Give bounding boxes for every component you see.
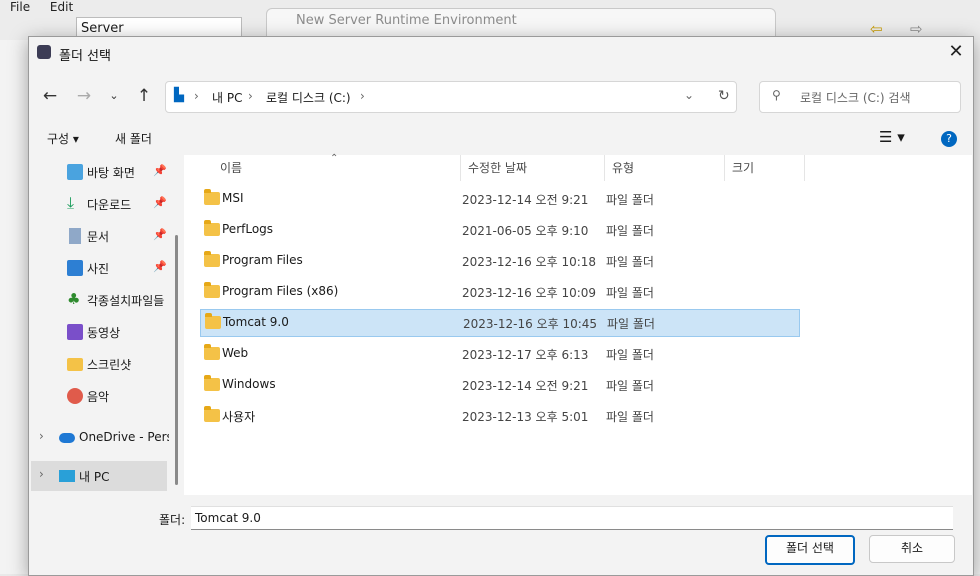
sidebar-item-music[interactable]: 음악 — [29, 381, 179, 411]
sidebar-item-onedrive[interactable]: › OneDrive - Personal — [29, 423, 179, 453]
sidebar-item-documents[interactable]: 문서 📌 — [29, 221, 179, 251]
sidebar-item-screenshots[interactable]: 스크린샷 — [29, 349, 179, 379]
folder-select-dialog: 폴더 선택 ✕ ← → ⌄ ↑ ▙ › 내 PC › 로컬 디스크 (C:) ›… — [28, 36, 974, 576]
video-icon — [67, 324, 83, 340]
column-date[interactable]: 수정한 날짜 — [468, 159, 527, 176]
breadcrumb-drive[interactable]: 로컬 디스크 (C:) — [266, 89, 351, 106]
pin-icon: 📌 — [153, 260, 167, 273]
menu-edit[interactable]: Edit — [50, 0, 73, 14]
folder-icon — [204, 406, 220, 422]
expand-chevron-icon[interactable]: › — [39, 467, 44, 481]
column-type[interactable]: 유형 — [612, 159, 634, 176]
dialog-title: 폴더 선택 — [59, 49, 111, 64]
dialog-footer: 폴더: Tomcat 9.0 폴더 선택 취소 — [29, 495, 973, 575]
recent-chevron-icon[interactable]: ⌄ — [101, 83, 127, 109]
column-size[interactable]: 크기 — [732, 159, 754, 176]
folder-icon — [204, 344, 220, 360]
back-icon[interactable]: ← — [37, 83, 63, 109]
sidebar-item-installers[interactable]: ♣ 각종설치파일들 — [29, 285, 179, 315]
sidebar-item-pictures[interactable]: 사진 📌 — [29, 253, 179, 283]
sidebar-item-this-pc[interactable]: › 내 PC — [31, 461, 167, 491]
sidebar-item-downloads[interactable]: ⤓ 다운로드 📌 — [29, 189, 179, 219]
desktop-icon — [67, 164, 83, 180]
tree-icon: ♣ — [67, 290, 81, 308]
breadcrumb-sep-icon: › — [248, 89, 253, 103]
app-icon — [37, 45, 51, 59]
music-icon — [67, 388, 83, 404]
ide-left-panel — [0, 40, 29, 574]
file-row[interactable]: PerfLogs 2021-06-05 오후 9:10 파일 폴더 — [200, 217, 798, 243]
title-bar: 폴더 선택 ✕ — [29, 37, 973, 69]
refresh-icon[interactable]: ↻ — [718, 88, 730, 104]
column-divider[interactable] — [724, 155, 725, 181]
folder-icon — [204, 251, 220, 267]
scrollbar[interactable] — [175, 235, 178, 485]
up-icon[interactable]: ↑ — [131, 83, 157, 109]
view-icon[interactable]: ☰ ▾ — [879, 128, 905, 146]
column-name[interactable]: 이름 — [220, 159, 242, 176]
pc-icon — [59, 470, 75, 482]
document-icon — [69, 228, 81, 244]
command-bar: 구성 ▾ 새 폴더 ☰ ▾ ? — [29, 121, 973, 155]
pc-icon: ▙ — [174, 88, 184, 103]
file-row[interactable]: MSI 2023-12-14 오전 9:21 파일 폴더 — [200, 186, 798, 212]
folder-label: 폴더: — [159, 513, 186, 527]
navigation-pane: 바탕 화면 📌 ⤓ 다운로드 📌 문서 📌 사진 📌 ♣ 각종설치파일들 동영상 스크린… — [29, 155, 179, 495]
file-row[interactable]: Windows 2023-12-14 오전 9:21 파일 폴더 — [200, 372, 798, 398]
help-icon[interactable]: ? — [941, 131, 957, 147]
ide-menubar: File Edit — [0, 0, 79, 14]
file-row[interactable]: Program Files 2023-12-16 오후 10:18 파일 폴더 — [200, 248, 798, 274]
cloud-icon — [59, 433, 75, 443]
address-bar[interactable]: ▙ › 내 PC › 로컬 디스크 (C:) › ⌄ ↻ — [165, 81, 737, 113]
breadcrumb-pc[interactable]: 내 PC — [212, 89, 242, 106]
pin-icon: 📌 — [153, 164, 167, 177]
pin-icon: 📌 — [153, 196, 167, 209]
folder-input[interactable]: Tomcat 9.0 — [191, 506, 953, 530]
search-placeholder: 로컬 디스크 (C:) 검색 — [800, 91, 911, 105]
column-divider[interactable] — [604, 155, 605, 181]
column-divider[interactable] — [804, 155, 805, 181]
file-row[interactable]: Program Files (x86) 2023-12-16 오후 10:09 파일… — [200, 279, 798, 305]
search-icon: ⚲ — [772, 88, 781, 102]
sidebar-item-videos[interactable]: 동영상 — [29, 317, 179, 347]
menu-file[interactable]: File — [10, 0, 30, 14]
cancel-button[interactable]: 취소 — [869, 535, 955, 563]
breadcrumb-sep-icon: › — [194, 89, 199, 103]
file-row[interactable]: Web 2023-12-17 오후 6:13 파일 폴더 — [200, 341, 798, 367]
background-window-title: New Server Runtime Environment — [296, 13, 517, 28]
sidebar-item-desktop[interactable]: 바탕 화면 📌 — [29, 157, 179, 187]
pictures-icon — [67, 260, 83, 276]
search-input[interactable]: ⚲ 로컬 디스크 (C:) 검색 — [759, 81, 961, 113]
file-row-selected[interactable]: Tomcat 9.0 2023-12-16 오후 10:45 파일 폴더 — [200, 309, 800, 337]
chevron-down-icon[interactable]: ⌄ — [684, 88, 694, 102]
close-icon[interactable]: ✕ — [943, 41, 969, 65]
pin-icon: 📌 — [153, 228, 167, 241]
file-list: 이름 ⌃ 수정한 날짜 유형 크기 MSI 2023-12-14 오전 9:21 파… — [184, 153, 972, 495]
column-divider[interactable] — [460, 155, 461, 181]
download-icon: ⤓ — [67, 193, 75, 212]
sort-up-icon: ⌃ — [330, 153, 339, 164]
organize-button[interactable]: 구성 ▾ — [47, 130, 79, 147]
select-folder-button[interactable]: 폴더 선택 — [765, 535, 855, 565]
folder-icon — [205, 313, 221, 329]
folder-icon — [204, 375, 220, 391]
file-row[interactable]: 사용자 2023-12-13 오후 5:01 파일 폴더 — [200, 403, 798, 429]
folder-icon — [204, 220, 220, 236]
breadcrumb-sep-icon: › — [360, 89, 365, 103]
expand-chevron-icon[interactable]: › — [39, 429, 44, 443]
forward-icon[interactable]: → — [71, 83, 97, 109]
folder-icon — [204, 189, 220, 205]
navigation-bar: ← → ⌄ ↑ ▙ › 내 PC › 로컬 디스크 (C:) › ⌄ ↻ ⚲ 로… — [29, 77, 973, 115]
folder-icon — [204, 282, 220, 298]
new-folder-button[interactable]: 새 폴더 — [115, 130, 152, 147]
folder-icon — [67, 358, 83, 371]
